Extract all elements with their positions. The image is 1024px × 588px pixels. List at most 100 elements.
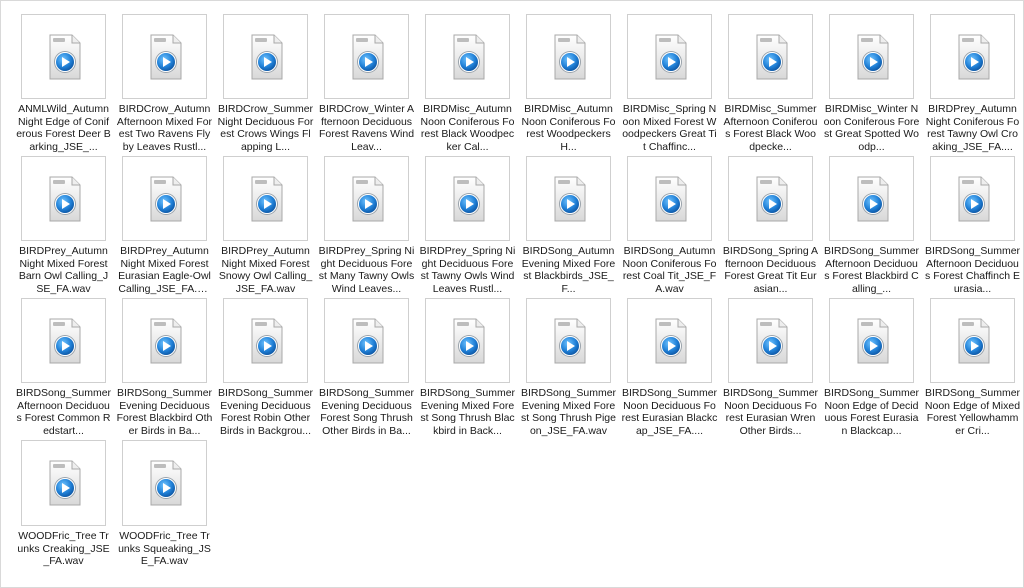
file-thumbnail[interactable]: [324, 298, 409, 384]
file-name[interactable]: BIRDPrey_Spring Night Deciduous Forest T…: [420, 245, 516, 295]
file-name[interactable]: BIRDPrey_Autumn Night Coniferous Forest …: [925, 103, 1021, 153]
file-item[interactable]: BIRDPrey_Autumn Night Coniferous Forest …: [922, 11, 1023, 153]
wav-media-file-icon: [958, 318, 989, 364]
file-item[interactable]: WOODFric_Tree Trunks Squeaking_JSE_FA.wa…: [114, 437, 215, 579]
file-name[interactable]: BIRDSong_Summer Evening Deciduous Forest…: [319, 387, 415, 437]
file-name[interactable]: BIRDSong_Summer Noon Deciduous Forest Eu…: [723, 387, 819, 437]
file-item[interactable]: BIRDSong_Summer Noon Deciduous Forest Eu…: [619, 295, 720, 437]
file-item[interactable]: BIRDSong_Autumn Noon Coniferous Forest C…: [619, 153, 720, 295]
file-thumbnail[interactable]: [425, 156, 510, 242]
file-item[interactable]: BIRDSong_Summer Afternoon Deciduous Fore…: [821, 153, 922, 295]
file-name[interactable]: BIRDSong_Summer Afternoon Deciduous Fore…: [925, 245, 1021, 295]
file-name[interactable]: BIRDPrey_Autumn Night Mixed Forest Euras…: [117, 245, 213, 295]
file-name[interactable]: BIRDSong_Summer Noon Edge of Mixed Fores…: [925, 387, 1021, 437]
file-name[interactable]: BIRDPrey_Autumn Night Mixed Forest Snowy…: [218, 245, 314, 295]
file-thumbnail[interactable]: [526, 298, 611, 384]
file-thumbnail[interactable]: [122, 156, 207, 242]
file-thumbnail[interactable]: [122, 440, 207, 526]
file-item[interactable]: BIRDCrow_Winter Afternoon Deciduous Fore…: [316, 11, 417, 153]
file-item[interactable]: BIRDMisc_Autumn Noon Coniferous Forest W…: [518, 11, 619, 153]
file-thumbnail[interactable]: [21, 298, 106, 384]
file-thumbnail[interactable]: [324, 14, 409, 100]
file-item[interactable]: BIRDPrey_Autumn Night Mixed Forest Snowy…: [215, 153, 316, 295]
file-thumbnail[interactable]: [122, 298, 207, 384]
file-item[interactable]: BIRDMisc_Spring Noon Mixed Forest Woodpe…: [619, 11, 720, 153]
file-item[interactable]: BIRDSong_Summer Evening Mixed Forest Son…: [518, 295, 619, 437]
file-name[interactable]: WOODFric_Tree Trunks Squeaking_JSE_FA.wa…: [117, 530, 213, 568]
file-thumbnail[interactable]: [627, 156, 712, 242]
file-name[interactable]: BIRDMisc_Spring Noon Mixed Forest Woodpe…: [622, 103, 718, 153]
file-name[interactable]: BIRDSong_Summer Afternoon Deciduous Fore…: [824, 245, 920, 295]
file-name[interactable]: BIRDSong_Autumn Noon Coniferous Forest C…: [622, 245, 718, 295]
wav-media-file-icon: [857, 34, 888, 80]
file-thumbnail[interactable]: [829, 298, 914, 384]
file-item[interactable]: BIRDMisc_Winter Noon Coniferous Forest G…: [821, 11, 922, 153]
file-item[interactable]: BIRDCrow_Summer Night Deciduous Forest C…: [215, 11, 316, 153]
file-name[interactable]: BIRDSong_Summer Evening Deciduous Forest…: [117, 387, 213, 437]
file-name[interactable]: BIRDSong_Autumn Evening Mixed Forest Bla…: [521, 245, 617, 295]
file-name[interactable]: BIRDCrow_Summer Night Deciduous Forest C…: [218, 103, 314, 153]
file-name[interactable]: BIRDCrow_Autumn Afternoon Mixed Forest T…: [117, 103, 213, 153]
file-item[interactable]: BIRDSong_Summer Evening Deciduous Forest…: [316, 295, 417, 437]
file-thumbnail[interactable]: [21, 156, 106, 242]
file-item[interactable]: BIRDMisc_Autumn Noon Coniferous Forest B…: [417, 11, 518, 153]
file-thumbnail[interactable]: [930, 298, 1015, 384]
file-item[interactable]: BIRDSong_Summer Noon Deciduous Forest Eu…: [720, 295, 821, 437]
file-item[interactable]: BIRDPrey_Autumn Night Mixed Forest Barn …: [13, 153, 114, 295]
wav-media-file-icon: [352, 176, 383, 222]
file-name[interactable]: BIRDPrey_Autumn Night Mixed Forest Barn …: [16, 245, 112, 295]
file-thumbnail[interactable]: [425, 14, 510, 100]
file-item[interactable]: BIRDSong_Autumn Evening Mixed Forest Bla…: [518, 153, 619, 295]
file-item[interactable]: BIRDCrow_Autumn Afternoon Mixed Forest T…: [114, 11, 215, 153]
file-thumbnail[interactable]: [223, 14, 308, 100]
file-thumbnail[interactable]: [728, 156, 813, 242]
file-name[interactable]: BIRDSong_Summer Evening Mixed Forest Son…: [420, 387, 516, 437]
file-thumbnail[interactable]: [627, 298, 712, 384]
file-name[interactable]: BIRDMisc_Autumn Noon Coniferous Forest B…: [420, 103, 516, 153]
file-item[interactable]: BIRDSong_Summer Afternoon Deciduous Fore…: [922, 153, 1023, 295]
file-item[interactable]: BIRDPrey_Autumn Night Mixed Forest Euras…: [114, 153, 215, 295]
file-item[interactable]: BIRDMisc_Summer Afternoon Coniferous For…: [720, 11, 821, 153]
file-name[interactable]: BIRDMisc_Winter Noon Coniferous Forest G…: [824, 103, 920, 153]
file-item[interactable]: BIRDPrey_Spring Night Deciduous Forest T…: [417, 153, 518, 295]
file-name[interactable]: BIRDSong_Summer Evening Deciduous Forest…: [218, 387, 314, 437]
file-item[interactable]: BIRDSong_Summer Noon Edge of Deciduous F…: [821, 295, 922, 437]
file-name[interactable]: BIRDSong_Summer Evening Mixed Forest Son…: [521, 387, 617, 437]
file-thumbnail[interactable]: [930, 14, 1015, 100]
file-thumbnail[interactable]: [930, 156, 1015, 242]
file-name[interactable]: BIRDMisc_Autumn Noon Coniferous Forest W…: [521, 103, 617, 153]
file-item[interactable]: BIRDSong_Spring Afternoon Deciduous Fore…: [720, 153, 821, 295]
file-thumbnail[interactable]: [223, 156, 308, 242]
file-thumbnail[interactable]: [728, 14, 813, 100]
file-name[interactable]: BIRDCrow_Winter Afternoon Deciduous Fore…: [319, 103, 415, 153]
file-item[interactable]: BIRDSong_Summer Evening Deciduous Forest…: [215, 295, 316, 437]
file-thumbnail[interactable]: [21, 440, 106, 526]
file-name[interactable]: BIRDSong_Summer Noon Edge of Deciduous F…: [824, 387, 920, 437]
file-item[interactable]: BIRDSong_Summer Evening Mixed Forest Son…: [417, 295, 518, 437]
file-item[interactable]: BIRDSong_Summer Evening Deciduous Forest…: [114, 295, 215, 437]
file-name[interactable]: BIRDSong_Spring Afternoon Deciduous Fore…: [723, 245, 819, 295]
file-item[interactable]: WOODFric_Tree Trunks Creaking_JSE_FA.wav: [13, 437, 114, 579]
file-thumbnail[interactable]: [526, 14, 611, 100]
file-thumbnail[interactable]: [21, 14, 106, 100]
file-name[interactable]: BIRDMisc_Summer Afternoon Coniferous For…: [723, 103, 819, 153]
file-name[interactable]: ANMLWild_Autumn Night Edge of Coniferous…: [16, 103, 112, 153]
file-thumbnail[interactable]: [728, 298, 813, 384]
file-thumbnail[interactable]: [223, 298, 308, 384]
file-thumbnail[interactable]: [324, 156, 409, 242]
file-item[interactable]: BIRDSong_Summer Noon Edge of Mixed Fores…: [922, 295, 1023, 437]
file-thumbnail[interactable]: [829, 14, 914, 100]
file-thumbnail[interactable]: [829, 156, 914, 242]
file-thumbnail[interactable]: [122, 14, 207, 100]
wav-media-file-icon: [554, 318, 585, 364]
file-name[interactable]: BIRDPrey_Spring Night Deciduous Forest M…: [319, 245, 415, 295]
file-item[interactable]: BIRDPrey_Spring Night Deciduous Forest M…: [316, 153, 417, 295]
file-name[interactable]: BIRDSong_Summer Noon Deciduous Forest Eu…: [622, 387, 718, 437]
file-item[interactable]: BIRDSong_Summer Afternoon Deciduous Fore…: [13, 295, 114, 437]
file-thumbnail[interactable]: [627, 14, 712, 100]
file-name[interactable]: BIRDSong_Summer Afternoon Deciduous Fore…: [16, 387, 112, 437]
file-thumbnail[interactable]: [425, 298, 510, 384]
file-name[interactable]: WOODFric_Tree Trunks Creaking_JSE_FA.wav: [16, 530, 112, 568]
file-thumbnail[interactable]: [526, 156, 611, 242]
file-item[interactable]: ANMLWild_Autumn Night Edge of Coniferous…: [13, 11, 114, 153]
